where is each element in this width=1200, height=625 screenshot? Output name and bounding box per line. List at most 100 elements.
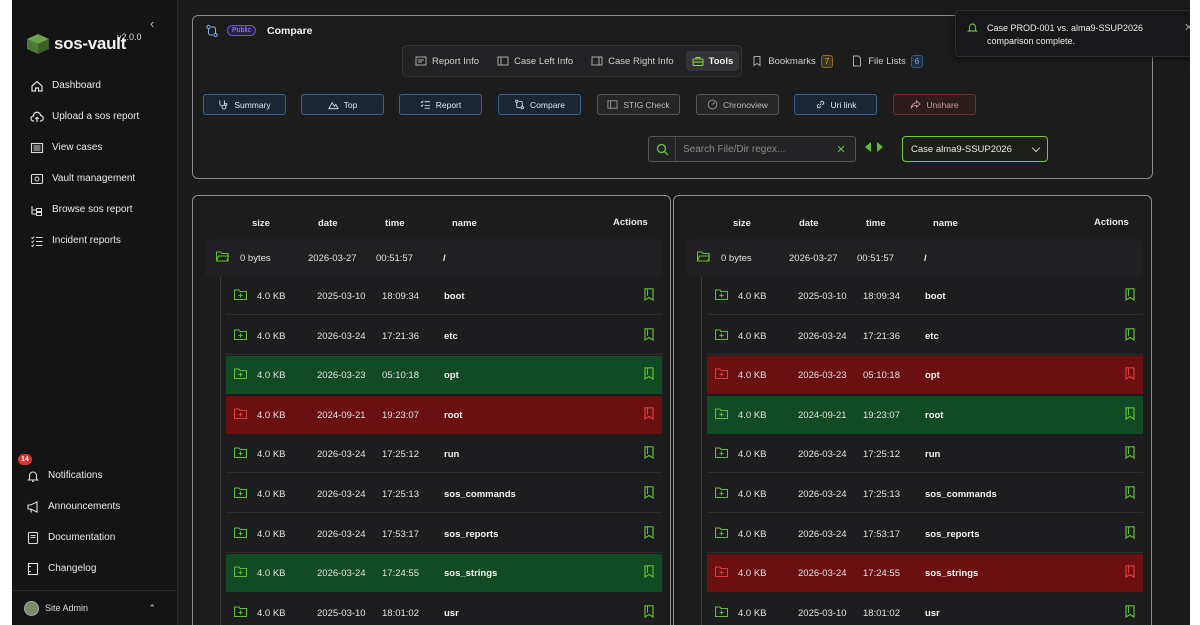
file-name[interactable]: etc <box>444 331 458 342</box>
sidebar-item-vault-management[interactable]: Vault management <box>12 163 178 194</box>
file-name[interactable]: sos_strings <box>444 568 497 579</box>
sidebar-item-view-cases[interactable]: View cases <box>12 132 178 163</box>
tab-case-left-info[interactable]: Case Left Info <box>491 51 579 71</box>
file-name[interactable]: sos_strings <box>925 568 978 579</box>
file-row[interactable]: 4.0 KB 2026-03-24 17:25:12 run <box>226 435 662 474</box>
tab-tools[interactable]: Tools <box>685 51 740 71</box>
file-row[interactable]: 4.0 KB 2026-03-24 17:53:17 sos_reports <box>226 514 662 553</box>
file-name[interactable]: boot <box>925 291 946 302</box>
file-name[interactable]: etc <box>925 331 939 342</box>
bookmark-icon[interactable] <box>1125 565 1135 579</box>
sidebar-item-changelog[interactable]: Changelog <box>12 553 178 584</box>
search-icon[interactable] <box>649 137 676 161</box>
logo[interactable]: sos-vault <box>26 33 126 55</box>
compare-button[interactable]: Compare <box>498 94 581 115</box>
bookmark-icon[interactable] <box>1125 604 1135 618</box>
bookmark-icon[interactable] <box>1125 406 1135 420</box>
file-row[interactable]: 4.0 KB 2026-03-24 17:53:17 sos_reports <box>707 514 1143 553</box>
file-row[interactable]: 4.0 KB 2026-03-24 17:21:36 etc <box>707 316 1143 355</box>
previous-match-icon[interactable] <box>865 142 871 152</box>
file-size: 4.0 KB <box>257 607 286 619</box>
stethoscope-icon <box>219 100 228 110</box>
bookmark-icon[interactable] <box>644 486 654 499</box>
file-list-icon <box>853 55 862 67</box>
file-name[interactable]: sos_commands <box>925 489 997 500</box>
file-row[interactable]: 4.0 KB 2026-03-24 17:25:12 run <box>707 435 1143 474</box>
sidebar-item-browse[interactable]: Browse sos report <box>12 194 178 225</box>
bookmark-icon[interactable] <box>644 288 654 301</box>
file-row[interactable]: 4.0 KB 2026-03-24 17:25:13 sos_commands <box>707 475 1143 513</box>
file-row[interactable]: 4.0 KB 2026-03-24 17:24:55 sos_strings <box>707 554 1143 593</box>
bookmark-icon[interactable] <box>644 367 654 381</box>
bookmark-icon[interactable] <box>644 604 654 618</box>
bookmark-icon[interactable] <box>1125 486 1135 499</box>
file-time: 17:21:36 <box>382 330 419 342</box>
file-row[interactable]: 4.0 KB 2025-03-10 18:01:02 usr <box>707 593 1143 625</box>
file-name[interactable]: root <box>925 410 943 421</box>
file-row[interactable]: 4.0 KB 2026-03-23 05:10:18 opt <box>707 356 1143 395</box>
sidebar-collapse-button[interactable]: ‹ <box>150 16 154 31</box>
sidebar-item-dashboard[interactable]: Dashboard <box>12 70 178 101</box>
sidebar-item-label: Dashboard <box>52 80 101 91</box>
sidebar-item-upload[interactable]: Upload a sos report <box>12 101 178 132</box>
uri-link-button[interactable]: Uri link <box>794 94 877 115</box>
close-icon[interactable]: ✕ <box>1184 21 1190 34</box>
file-name[interactable]: sos_reports <box>444 529 498 540</box>
file-row[interactable]: 4.0 KB 2025-03-10 18:09:34 boot <box>707 277 1143 315</box>
case-select[interactable]: Case alma9-SSUP2026 <box>902 136 1048 162</box>
sidebar-item-announcements[interactable]: Announcements <box>12 491 178 522</box>
bookmark-icon[interactable] <box>1125 327 1135 341</box>
file-name[interactable]: root <box>444 410 462 421</box>
bookmark-icon[interactable] <box>1125 525 1135 539</box>
user-menu[interactable]: Site Admin ⌃ <box>12 590 178 625</box>
file-name[interactable]: run <box>925 449 940 460</box>
unshare-button[interactable]: Unshare <box>893 94 976 115</box>
file-name[interactable]: sos_commands <box>444 489 516 500</box>
top-button[interactable]: Top <box>301 94 384 115</box>
visibility-badge: Public <box>227 25 257 36</box>
file-row[interactable]: 4.0 KB 2024-09-21 19:23:07 root <box>226 395 662 434</box>
root-row[interactable]: 0 bytes 2026-03-27 00:51:57 / <box>686 239 1143 277</box>
bookmark-icon[interactable] <box>1125 446 1135 460</box>
file-row[interactable]: 4.0 KB 2026-03-23 05:10:18 opt <box>226 356 662 395</box>
sidebar-item-incident-reports[interactable]: Incident reports <box>12 225 178 256</box>
file-row[interactable]: 4.0 KB 2026-03-24 17:21:36 etc <box>226 316 662 355</box>
tab-case-right-info[interactable]: Case Right Info <box>585 51 679 71</box>
chronoview-button[interactable]: Chronoview <box>696 94 779 115</box>
file-row[interactable]: 4.0 KB 2026-03-24 17:25:13 sos_commands <box>226 475 662 513</box>
sidebar-item-documentation[interactable]: Documentation <box>12 522 178 553</box>
column-header-name: name <box>452 218 477 229</box>
file-name[interactable]: opt <box>444 370 459 381</box>
file-name[interactable]: usr <box>444 608 459 619</box>
bookmark-icon[interactable] <box>644 525 654 539</box>
file-row[interactable]: 4.0 KB 2026-03-24 17:24:55 sos_strings <box>226 554 662 593</box>
tab-bookmarks[interactable]: Bookmarks 7 <box>745 51 839 72</box>
sidebar-item-notifications[interactable]: 14 Notifications <box>12 454 178 491</box>
file-name[interactable]: opt <box>925 370 940 381</box>
bookmark-icon[interactable] <box>644 406 654 420</box>
report-button[interactable]: Report <box>399 94 482 115</box>
tab-file-lists[interactable]: File Lists 6 <box>845 51 929 72</box>
file-row[interactable]: 4.0 KB 2025-03-10 18:09:34 boot <box>226 277 662 315</box>
stig-check-button[interactable]: STIG Check <box>597 94 680 115</box>
bookmark-icon[interactable] <box>644 327 654 341</box>
bookmark-icon[interactable] <box>1125 288 1135 301</box>
search-input[interactable] <box>676 143 833 155</box>
clear-search-icon[interactable]: ✕ <box>833 143 849 156</box>
button-label: Unshare <box>926 99 959 110</box>
sidebar-item-label: Incident reports <box>52 235 121 246</box>
summary-button[interactable]: Summary <box>203 94 286 115</box>
root-row[interactable]: 0 bytes 2026-03-27 00:51:57 / <box>205 239 662 277</box>
next-match-icon[interactable] <box>877 142 883 152</box>
file-name[interactable]: usr <box>925 608 940 619</box>
bookmark-icon[interactable] <box>644 565 654 579</box>
file-name[interactable]: run <box>444 449 459 460</box>
file-row[interactable]: 4.0 KB 2024-09-21 19:23:07 root <box>707 395 1143 434</box>
file-name[interactable]: sos_reports <box>925 529 979 540</box>
bookmark-icon[interactable] <box>1125 367 1135 381</box>
bookmark-icon[interactable] <box>644 446 654 460</box>
file-name[interactable]: boot <box>444 291 465 302</box>
folder-icon <box>715 566 728 578</box>
tab-report-info[interactable]: Report Info <box>409 51 485 71</box>
file-row[interactable]: 4.0 KB 2025-03-10 18:01:02 usr <box>226 593 662 625</box>
